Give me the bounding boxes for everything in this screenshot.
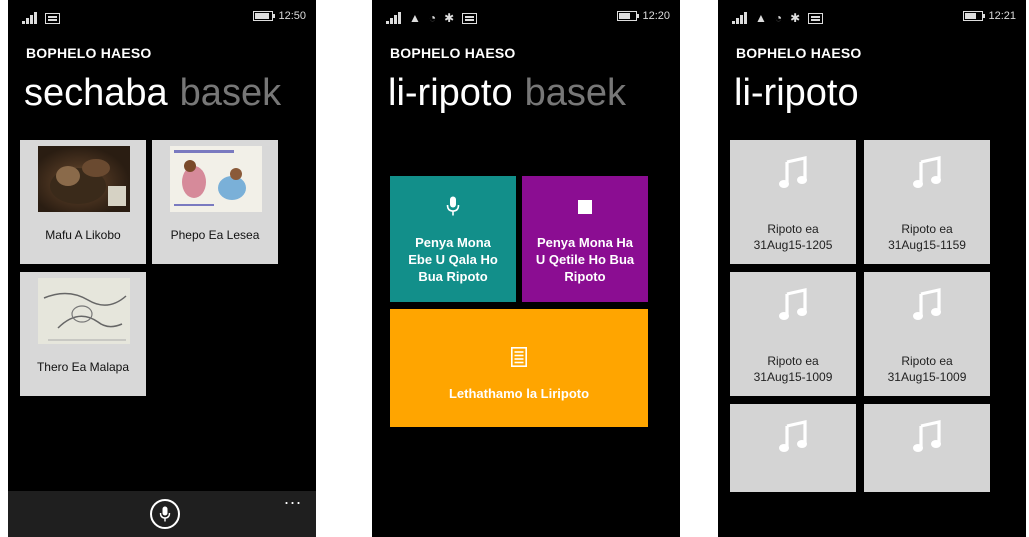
screen-bottom	[718, 492, 1026, 537]
topic-image	[38, 146, 130, 212]
pivot-item-next[interactable]: basek	[525, 72, 626, 114]
app-title: BOPHELO HAESO	[736, 45, 862, 61]
app-title: BOPHELO HAESO	[26, 45, 152, 61]
status-bar: ▲ ◔ ✱ 12:21	[718, 0, 1026, 40]
music-note-icon	[779, 288, 807, 320]
reports-list-tile[interactable]: Lethathamo la Liripoto	[390, 309, 648, 427]
topic-image	[38, 278, 130, 344]
report-tile[interactable]: Ripoto ea 31Aug15-1009	[864, 272, 990, 396]
report-title: Ripoto ea	[767, 354, 819, 368]
list-icon	[511, 347, 527, 367]
pivot-header: li-ripoto basek	[388, 72, 626, 115]
pivot-item-reports[interactable]: li-ripoto	[734, 72, 859, 114]
microphone-icon	[159, 506, 171, 522]
report-title: Ripoto ea	[901, 222, 953, 236]
report-title: Ripoto ea	[767, 222, 819, 236]
reports-list-label: Lethathamo la Liripoto	[448, 386, 590, 401]
topic-tile-3[interactable]: Thero Ea Malapa	[20, 272, 146, 396]
status-time: 12:21	[988, 10, 1016, 22]
status-bar: ▲ ◔ ✱ 12:20	[372, 0, 680, 40]
pivot-item-community[interactable]: sechaba	[24, 72, 168, 114]
signal-icon	[732, 12, 747, 24]
start-recording-tile[interactable]: Penya Mona Ebe U Qala Ho Bua Ripoto	[390, 176, 516, 302]
report-tile[interactable]: Ripoto ea 31Aug15-1009	[730, 272, 856, 396]
pivot-item-next[interactable]: basek	[180, 72, 281, 114]
music-note-icon	[779, 156, 807, 188]
topic-image	[170, 146, 262, 212]
signal-icon	[386, 12, 401, 24]
stop-icon	[578, 200, 592, 214]
wifi-icon: ◔	[428, 11, 437, 25]
data-triangle-icon: ▲	[755, 11, 767, 25]
signal-icon	[22, 12, 37, 24]
tile-text-line: Ebe U Qala Ho	[408, 252, 498, 267]
report-timestamp: 31Aug15-1009	[887, 370, 967, 384]
topic-label: Phepo Ea Lesea	[170, 228, 260, 242]
tile-text-line: U Qetile Ho Bua	[535, 252, 635, 267]
app-bar: ...	[8, 489, 316, 537]
pivot-header: sechaba basek	[24, 72, 281, 115]
phone-screen-reports-list: ▲ ◔ ✱ 12:21 BOPHELO HAESO li-ripoto Ripo…	[718, 0, 1026, 537]
music-note-icon	[913, 420, 941, 452]
battery-icon	[253, 11, 276, 21]
pivot-item-reports[interactable]: li-ripoto	[388, 72, 513, 114]
app-title: BOPHELO HAESO	[390, 45, 516, 61]
message-icon	[808, 13, 824, 24]
message-icon	[45, 13, 60, 24]
stop-recording-tile[interactable]: Penya Mona Ha U Qetile Ho Bua Ripoto	[522, 176, 648, 302]
status-time: 12:20	[642, 10, 670, 22]
tile-text-line: Penya Mona	[415, 235, 491, 250]
status-time: 12:50	[278, 10, 306, 22]
topic-tile-2[interactable]: Phepo Ea Lesea	[152, 140, 278, 264]
music-note-icon	[913, 156, 941, 188]
bluetooth-icon: ✱	[444, 11, 455, 25]
tile-text-line: Penya Mona Ha	[536, 235, 634, 250]
more-options-button[interactable]: ...	[284, 489, 302, 507]
report-timestamp: 31Aug15-1205	[753, 238, 833, 252]
tile-text-line: Bua Ripoto	[418, 269, 488, 284]
battery-icon	[617, 11, 640, 21]
data-triangle-icon: ▲	[409, 11, 421, 25]
status-bar: 12:50	[8, 0, 316, 40]
tile-text-line: Ripoto	[564, 269, 606, 284]
report-tile[interactable]: Ripoto ea 31Aug15-1205	[730, 140, 856, 264]
report-tile[interactable]: Ripoto ea 31Aug15-1159	[864, 140, 990, 264]
report-timestamp: 31Aug15-1009	[753, 370, 833, 384]
music-note-icon	[779, 420, 807, 452]
topic-label: Thero Ea Malapa	[36, 360, 130, 374]
pivot-header: li-ripoto	[734, 72, 859, 115]
music-note-icon	[913, 288, 941, 320]
report-timestamp: 31Aug15-1159	[888, 238, 966, 252]
bluetooth-icon: ✱	[790, 11, 801, 25]
battery-icon	[963, 11, 986, 21]
report-title: Ripoto ea	[901, 354, 953, 368]
wifi-icon: ◔	[774, 11, 783, 25]
message-icon	[462, 13, 478, 24]
voice-search-button[interactable]	[150, 499, 180, 529]
topic-label: Mafu A Likobo	[45, 228, 121, 242]
phone-screen-community: 12:50 BOPHELO HAESO sechaba basek Mafu A …	[8, 0, 316, 537]
microphone-icon	[446, 196, 460, 216]
topic-tile-1[interactable]: Mafu A Likobo	[20, 140, 146, 264]
phone-screen-reports-actions: ▲ ◔ ✱ 12:20 BOPHELO HAESO li-ripoto basek…	[372, 0, 680, 537]
